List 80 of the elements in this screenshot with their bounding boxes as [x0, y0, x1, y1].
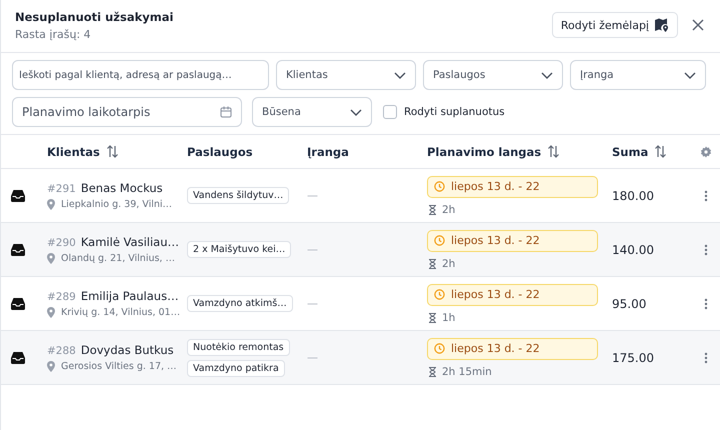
status-dropdown[interactable]: Būsena [252, 97, 372, 127]
service-tag: Vamzdyno atkimš… [187, 295, 293, 312]
sort-icon[interactable] [106, 145, 119, 158]
order-number: #290 [47, 237, 76, 249]
client-address: Olandų g. 21, Vilnius, … [61, 253, 175, 264]
client-name: Emilija Paulaus… [80, 289, 179, 303]
equipment-cell: — [307, 351, 318, 364]
more-options-icon[interactable] [704, 352, 708, 364]
chevron-down-icon [684, 72, 696, 78]
service-tag: Vamzdyno patikra [187, 360, 285, 376]
clock-icon [434, 235, 445, 246]
search-field[interactable]: Ieškoti pagal klientą, adresą ar paslaugą… [12, 60, 269, 90]
order-number: #288 [47, 345, 76, 357]
equipment-cell: — [307, 297, 318, 310]
location-pin-icon [47, 307, 55, 318]
clock-icon [434, 289, 445, 300]
column-header: Klientas [47, 144, 100, 158]
time-window-badge: liepos 13 d. - 22 [427, 176, 598, 198]
amount-cell: 175.00 [612, 350, 654, 364]
clock-icon [434, 343, 445, 354]
duration-text: 2h [442, 258, 456, 270]
settings-icon[interactable] [700, 146, 712, 158]
client-name: Kamilė Vasiliau… [80, 235, 179, 249]
more-options-icon[interactable] [704, 298, 708, 310]
service-tag: Vandens šildytuv… [187, 187, 290, 204]
column-header: Planavimo langas [427, 144, 542, 158]
hourglass-icon [429, 312, 436, 322]
time-window-badge: liepos 13 d. - 22 [427, 284, 598, 306]
chevron-down-icon [394, 72, 406, 78]
duration-text: 2h [442, 204, 456, 216]
location-pin-icon [47, 199, 55, 210]
time-window-badge: liepos 13 d. - 22 [427, 230, 598, 252]
location-pin-icon [47, 253, 55, 264]
show-map-button[interactable]: Rodyti žemėlapį [552, 12, 678, 38]
sort-icon[interactable] [547, 145, 560, 158]
duration-text: 1h [442, 312, 456, 324]
map-pin-icon [655, 18, 669, 32]
more-options-icon[interactable] [704, 190, 708, 202]
amount-cell: 180.00 [612, 188, 654, 202]
filter-dropdown[interactable]: Paslaugos [423, 60, 563, 90]
close-icon[interactable] [692, 19, 704, 31]
record-count: Rasta įrašų: 4 [15, 28, 92, 40]
inbox-icon [11, 298, 25, 310]
inbox-icon [11, 352, 25, 364]
column-header: Paslaugos [187, 144, 253, 158]
clock-icon [434, 181, 445, 192]
amount-cell: 140.00 [612, 242, 654, 256]
filter-dropdown[interactable]: Klientas [276, 60, 416, 90]
chevron-down-icon [350, 108, 362, 116]
service-tag: 2 x Maišytuvo kei… [187, 241, 292, 258]
location-pin-icon [47, 361, 55, 372]
chevron-down-icon [541, 72, 553, 78]
amount-cell: 95.00 [612, 296, 646, 310]
more-options-icon[interactable] [704, 244, 708, 256]
order-number: #289 [47, 291, 76, 303]
client-address: Liepkalnio g. 39, Vilni… [61, 199, 172, 210]
checkbox-label: Rodyti suplanuotus [404, 106, 505, 118]
inbox-icon [11, 190, 25, 202]
client-name: Benas Mockus [80, 181, 163, 195]
equipment-cell: — [307, 189, 318, 202]
hourglass-icon [429, 204, 436, 214]
client-address: Gerosios Vilties g. 17, … [61, 361, 177, 372]
order-number: #291 [47, 183, 76, 195]
column-header: Įranga [307, 144, 349, 158]
column-header: Suma [612, 144, 648, 158]
duration-text: 2h 15min [442, 366, 492, 378]
client-address: Krivių g. 14, Vilnius, 01… [61, 307, 180, 318]
time-window-badge: liepos 13 d. - 22 [427, 338, 598, 360]
hourglass-icon [429, 258, 436, 268]
sort-icon[interactable] [654, 145, 668, 158]
filter-dropdown[interactable]: Įranga [570, 60, 706, 90]
hourglass-icon [429, 366, 436, 376]
date-range-field[interactable]: Planavimo laikotarpis [12, 97, 242, 127]
panel-title: Nesuplanuoti užsakymai [15, 10, 174, 24]
calendar-icon [220, 106, 232, 118]
equipment-cell: — [307, 243, 318, 256]
service-tag: Nuotėkio remontas [187, 338, 290, 356]
inbox-icon [11, 244, 25, 256]
checkbox[interactable] [383, 105, 397, 119]
client-name: Dovydas Butkus [80, 343, 174, 357]
